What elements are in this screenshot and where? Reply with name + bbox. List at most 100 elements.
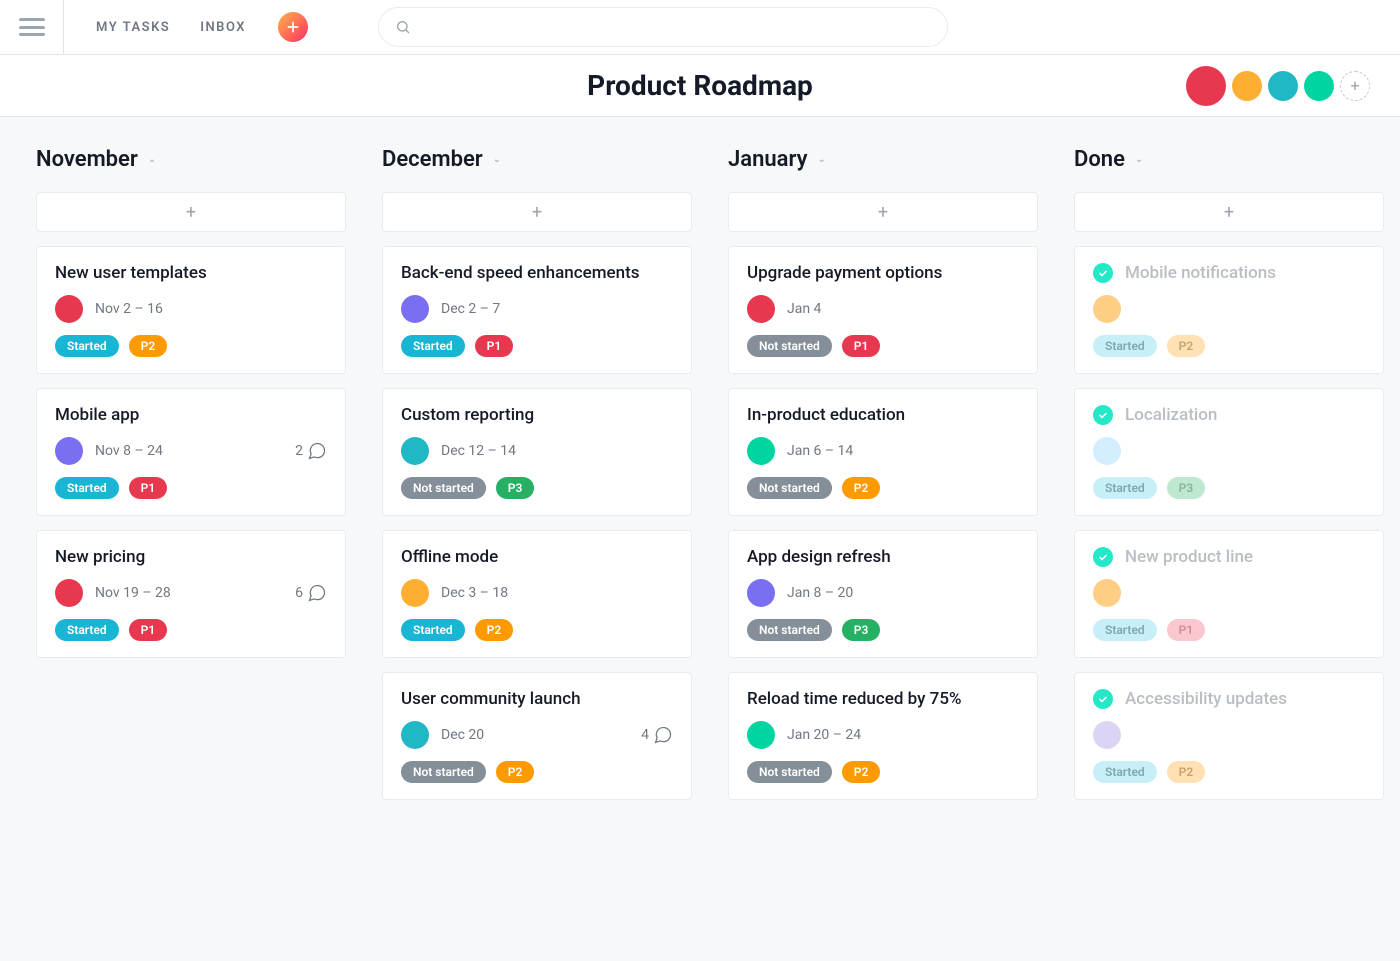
card-title: Mobile notifications: [1093, 263, 1365, 283]
column: Done⌄ + Mobile notificationsStartedP2 Local…: [1074, 147, 1384, 961]
task-card[interactable]: Offline mode Dec 3 – 18 StartedP2: [382, 530, 692, 658]
assignee-avatar[interactable]: [55, 437, 83, 465]
card-title: Custom reporting: [401, 405, 673, 425]
priority-tag: P1: [475, 335, 514, 357]
assignee-avatar[interactable]: [401, 437, 429, 465]
assignee-avatar[interactable]: [55, 295, 83, 323]
card-tags: Not startedP3: [401, 477, 673, 499]
comments-indicator[interactable]: 6: [295, 583, 327, 603]
add-card-button[interactable]: +: [36, 192, 346, 232]
priority-tag: P2: [842, 477, 881, 499]
assignee-avatar[interactable]: [747, 295, 775, 323]
card-date: Jan 20 – 24: [787, 727, 861, 743]
priority-tag: P3: [842, 619, 881, 641]
task-card[interactable]: Mobile notificationsStartedP2: [1074, 246, 1384, 374]
assignee-avatar[interactable]: [55, 579, 83, 607]
check-icon: [1093, 547, 1113, 567]
card-title: User community launch: [401, 689, 673, 709]
status-tag: Started: [401, 619, 465, 641]
card-meta: Jan 20 – 24: [747, 721, 1019, 749]
assignee-avatar[interactable]: [401, 721, 429, 749]
comments-indicator[interactable]: 4: [641, 725, 673, 745]
member-avatar[interactable]: [1268, 71, 1298, 101]
comments-indicator[interactable]: 2: [295, 441, 327, 461]
card-tags: StartedP2: [401, 619, 673, 641]
card-date: Jan 8 – 20: [787, 585, 853, 601]
global-add-button[interactable]: [278, 12, 308, 42]
search-bar[interactable]: [378, 7, 948, 47]
task-card[interactable]: Back-end speed enhancementsDec 2 – 7Star…: [382, 246, 692, 374]
card-tags: StartedP3: [1093, 477, 1365, 499]
column: December⌄ + Back-end speed enhancementsDec…: [382, 147, 692, 961]
card-title: Offline mode: [401, 547, 673, 567]
task-card[interactable]: Reload time reduced by 75%Jan 20 – 24Not…: [728, 672, 1038, 800]
status-tag: Started: [55, 619, 119, 641]
comment-icon: [307, 583, 327, 603]
add-card-button[interactable]: +: [382, 192, 692, 232]
board: November⌄+New user templatesNov 2 – 16St…: [0, 117, 1400, 961]
task-card[interactable]: New user templatesNov 2 – 16StartedP2: [36, 246, 346, 374]
card-date: Dec 3 – 18: [441, 585, 508, 601]
task-card[interactable]: LocalizationStartedP3: [1074, 388, 1384, 516]
inbox-link[interactable]: INBOX: [200, 20, 246, 35]
card-meta: Jan 6 – 14: [747, 437, 1019, 465]
card-meta: Nov 19 – 286: [55, 579, 327, 607]
priority-tag: P1: [842, 335, 881, 357]
task-card[interactable]: New product lineStartedP1: [1074, 530, 1384, 658]
card-date: Dec 2 – 7: [441, 301, 500, 317]
card-date: Jan 6 – 14: [787, 443, 853, 459]
member-avatar[interactable]: [1232, 71, 1262, 101]
task-card[interactable]: Mobile appNov 8 – 242StartedP1: [36, 388, 346, 516]
member-avatar[interactable]: [1186, 66, 1226, 106]
add-card-button[interactable]: +: [728, 192, 1038, 232]
assignee-avatar[interactable]: [401, 295, 429, 323]
task-card[interactable]: In-product educationJan 6 – 14Not starte…: [728, 388, 1038, 516]
assignee-avatar[interactable]: [401, 579, 429, 607]
status-tag: Started: [55, 477, 119, 499]
titlebar: Product Roadmap +: [0, 55, 1400, 117]
add-member-button[interactable]: +: [1340, 71, 1370, 101]
member-avatar[interactable]: [1304, 71, 1334, 101]
status-tag: Not started: [747, 477, 832, 499]
search-input[interactable]: [421, 18, 931, 36]
card-tags: StartedP2: [55, 335, 327, 357]
add-card-button[interactable]: +: [1074, 192, 1384, 232]
members: +: [1186, 66, 1370, 106]
assignee-avatar[interactable]: [747, 437, 775, 465]
status-tag: Not started: [747, 761, 832, 783]
card-date: Dec 12 – 14: [441, 443, 516, 459]
status-tag: Not started: [747, 619, 832, 641]
task-card[interactable]: Accessibility updatesStartedP2: [1074, 672, 1384, 800]
task-card[interactable]: App design refresh Jan 8 – 20 Not started P…: [728, 530, 1038, 658]
status-tag: Started: [1093, 477, 1157, 499]
status-tag: Started: [401, 335, 465, 357]
card-meta: [1093, 721, 1365, 749]
card-title: App design refresh: [747, 547, 1019, 567]
assignee-avatar[interactable]: [1093, 437, 1121, 465]
hamburger-wrap: [0, 0, 64, 55]
column-header[interactable]: Done⌄: [1074, 147, 1384, 172]
card-meta: Dec 3 – 18: [401, 579, 673, 607]
column-header[interactable]: November⌄: [36, 147, 346, 172]
assignee-avatar[interactable]: [1093, 721, 1121, 749]
task-card[interactable]: User community launchDec 204Not startedP…: [382, 672, 692, 800]
task-card[interactable]: Upgrade payment optionsJan 4Not startedP…: [728, 246, 1038, 374]
column-header[interactable]: January⌄: [728, 147, 1038, 172]
task-card[interactable]: Custom reporting Dec 12 – 14 Not startedP3: [382, 388, 692, 516]
assignee-avatar[interactable]: [1093, 295, 1121, 323]
menu-icon[interactable]: [19, 18, 45, 36]
status-tag: Not started: [401, 477, 486, 499]
card-date: Nov 8 – 24: [95, 443, 163, 459]
assignee-avatar[interactable]: [747, 721, 775, 749]
task-card[interactable]: New pricingNov 19 – 286StartedP1: [36, 530, 346, 658]
my-tasks-link[interactable]: MY TASKS: [96, 20, 170, 35]
card-tags: Not started P2: [747, 477, 1019, 499]
assignee-avatar[interactable]: [1093, 579, 1121, 607]
card-date: Dec 20: [441, 727, 484, 743]
card-date: Nov 2 – 16: [95, 301, 163, 317]
column-header[interactable]: December⌄: [382, 147, 692, 172]
chevron-down-icon: ⌄: [493, 154, 501, 165]
card-tags: StartedP1: [1093, 619, 1365, 641]
card-tags: StartedP1: [55, 477, 327, 499]
assignee-avatar[interactable]: [747, 579, 775, 607]
